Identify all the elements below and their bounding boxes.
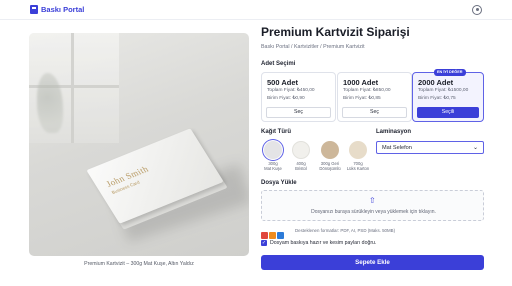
unit-price: Birim Fiyat: ₺0,85 [343,96,381,101]
select-button[interactable]: Seç [342,107,407,118]
paper-label-2: Mat Kuşe [264,166,282,171]
paper-swatch [264,141,282,159]
drop-zone-text: Dosyanızı buraya sürükleyin veya yükleme… [311,209,436,215]
select-button[interactable]: Seç [266,107,331,118]
breadcrumb[interactable]: Baskı Portal / Kartvizitler / Premium Ka… [261,44,365,50]
user-icon[interactable] [472,5,482,15]
quantity-title: 1000 Adet [343,78,379,87]
formats-text: Desteklenen formatlar: PDF, AI, PSD (Mak… [295,228,396,233]
chevron-down-icon: ⌄ [472,145,478,151]
file-drop-zone[interactable]: ⇧ Dosyanızı buraya sürükleyin veya yükle… [261,190,484,221]
quantity-option-1000[interactable]: 1000 Adet Toplam Fiyat: ₺850,00 Birim Fi… [337,72,412,122]
paper-option-recycled[interactable]: 300g Geri Dönüşümlü [317,141,343,171]
confirm-checkbox[interactable]: ✓ [261,240,267,246]
quantity-option-500[interactable]: 500 Adet Toplam Fiyat: ₺450,00 Birim Fiy… [261,72,336,122]
total-price: Toplam Fiyat: ₺1500,00 [418,88,469,93]
total-price: Toplam Fiyat: ₺450,00 [267,88,315,93]
paper-label-2: Lüks Karton [346,166,370,171]
paper-swatch [292,141,310,159]
add-to-cart-button[interactable]: Sepete Ekle [261,255,484,270]
lamination-select[interactable]: Mat Selefon ⌄ [376,141,484,154]
image-caption: Premium Kartvizit – 300g Mat Kuşe, Altın… [84,261,194,267]
best-value-badge: EN İYİ DEĞER [434,69,466,76]
total-price: Toplam Fiyat: ₺850,00 [343,88,391,93]
top-bar: Baskı Portal [0,0,512,20]
quantity-heading: Adet Seçimi [261,61,296,67]
product-image: John Smith Business Card [29,33,249,256]
paper-label-2: Dönüşümlü [319,166,341,171]
psd-format-icon [277,232,284,240]
paper-swatch [349,141,367,159]
quantity-title: 500 Adet [267,78,298,87]
quantity-option-2000[interactable]: EN İYİ DEĞER 2000 Adet Toplam Fiyat: ₺15… [412,69,484,122]
page-title: Premium Kartvizit Siparişi [261,25,410,39]
lamination-value: Mat Selefon [382,145,412,151]
paper-option-mat-kuse[interactable]: 300g Mat Kuşe [261,141,285,171]
brand-name[interactable]: Baskı Portal [41,5,84,14]
upload-heading: Dosya Yükle [261,180,297,186]
ai-format-icon [269,232,276,240]
paper-label-2: Bristol [295,166,307,171]
pdf-format-icon [261,232,268,240]
paper-option-bristol[interactable]: 400g Bristol [289,141,313,171]
unit-price: Birim Fiyat: ₺0,90 [267,96,305,101]
confirm-label[interactable]: Dosyam baskıya hazır ve kesim payları do… [270,240,376,246]
selected-button[interactable]: Seçili [417,107,479,118]
printer-logo-icon[interactable] [30,5,38,14]
lamination-heading: Laminasyon [376,129,412,135]
quantity-title: 2000 Adet [418,78,454,87]
upload-icon: ⇧ [369,196,376,205]
paper-swatch [321,141,339,159]
paper-option-luxury[interactable]: 700g Lüks Karton [345,141,371,171]
paper-heading: Kağıt Türü [261,129,291,135]
unit-price: Birim Fiyat: ₺0,75 [418,96,456,101]
